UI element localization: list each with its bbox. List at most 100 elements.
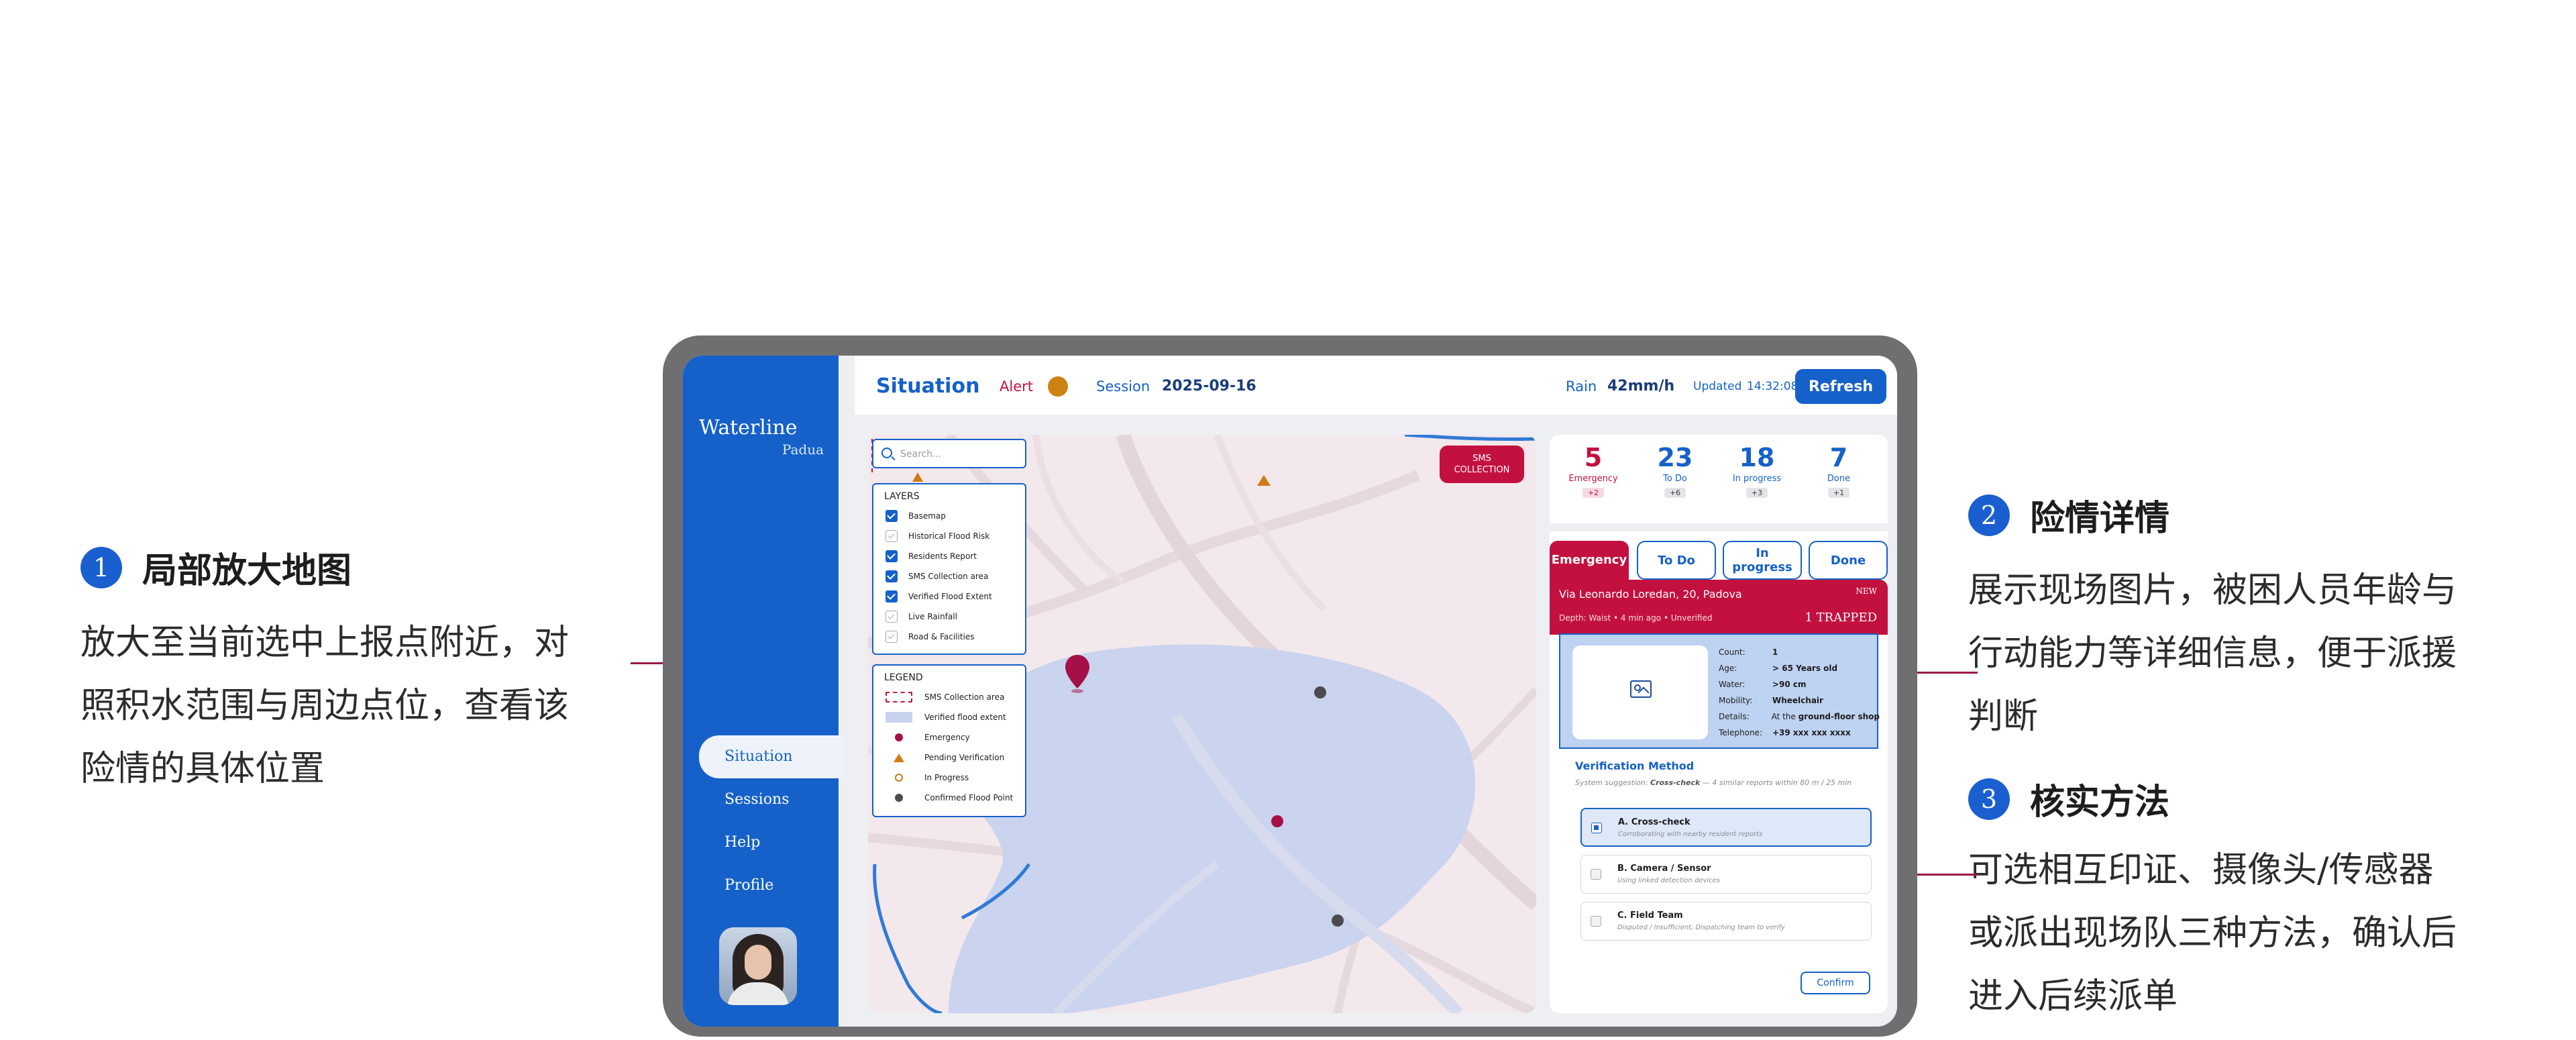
stat-in-progress[interactable]: 18 In progress +3 <box>1720 443 1794 498</box>
info-row-water: Water: >90 cm <box>1719 676 1880 692</box>
layer-toggle-sms-collection-area[interactable]: SMS Collection area <box>885 569 988 584</box>
search-icon <box>881 448 892 458</box>
info-row-count: Count: 1 <box>1719 644 1880 660</box>
map-view[interactable]: LAYERS Basemap Historical Flood Risk Res… <box>868 435 1536 1013</box>
map-search[interactable] <box>872 439 1026 468</box>
checkbox-checked-icon[interactable] <box>885 590 898 603</box>
checkbox-checked-icon[interactable] <box>885 570 898 582</box>
separator: • <box>1663 613 1671 623</box>
info-row-age: Age: > 65 Years old <box>1719 660 1880 676</box>
tab-done[interactable]: Done <box>1809 541 1888 580</box>
annotation-line: 判断 <box>1968 696 2039 737</box>
checkbox-unchecked-icon[interactable] <box>885 611 898 623</box>
layer-toggle-historical-flood-risk[interactable]: Historical Flood Risk <box>885 529 989 543</box>
session-date: 2025-09-16 <box>1162 378 1256 395</box>
annotation-number: 3 <box>1968 778 2010 820</box>
pending-marker <box>912 472 923 482</box>
nav-item-help[interactable]: Help <box>699 821 844 864</box>
legend-item: Verified flood extent <box>884 710 1006 725</box>
layer-toggle-live-rainfall[interactable]: Live Rainfall <box>885 609 957 624</box>
legend-label: In Progress <box>924 773 969 782</box>
info-row-details: Details: At the ground-floor shop <box>1719 709 1880 725</box>
info-key: Mobility: <box>1719 696 1753 705</box>
legend-panel: LEGEND SMS Collection area Verified floo… <box>872 664 1026 817</box>
avatar[interactable] <box>719 927 797 1005</box>
layers-title: LAYERS <box>884 491 920 502</box>
annotation-verification: 3 核实方法 可选相互印证、摄像头/传感器 或派出现场队三种方法，确认后 进入后… <box>1968 774 2532 1028</box>
method-camera-sensor[interactable]: B. Camera / Sensor Using linked detectio… <box>1580 855 1872 894</box>
stat-value: 7 <box>1829 443 1848 472</box>
incident-meta: Depth: Waist • 4 min ago • Unverified <box>1559 613 1713 623</box>
layer-toggle-basemap[interactable]: Basemap <box>885 509 946 523</box>
method-cross-check[interactable]: A. Cross-check Corroborating with nearby… <box>1580 808 1872 847</box>
annotation-line: 可选相互印证、摄像头/传感器 <box>1968 850 2434 890</box>
stat-value: 23 <box>1657 443 1693 472</box>
annotation-map: 1 局部放大地图 放大至当前选中上报点附近，对 照积水范围与周边点位，查看该 险… <box>80 542 637 800</box>
sms-collection-badge[interactable]: SMS COLLECTION <box>1440 446 1524 483</box>
annotation-title: 核实方法 <box>2030 782 2170 823</box>
layer-toggle-road-facilities[interactable]: Road & Facilities <box>885 629 975 644</box>
detail-panel: 5 Emergency +2 23 To Do +6 18 In progres… <box>1550 435 1888 1013</box>
layer-toggle-verified-flood-extent[interactable]: Verified Flood Extent <box>885 589 992 604</box>
layer-label: Historical Flood Risk <box>908 531 990 541</box>
app-screen: Waterline Padua Situation Sessions Help … <box>683 356 1897 1027</box>
layer-label: SMS Collection area <box>908 572 989 581</box>
incident-time: 4 min ago <box>1620 613 1662 623</box>
tab-in-progress[interactable]: In progress <box>1723 541 1802 580</box>
stat-delta: +6 <box>1664 488 1686 498</box>
divider <box>1550 523 1888 531</box>
annotation-number: 2 <box>1968 494 2010 536</box>
info-value: ground-floor shop <box>1798 712 1880 721</box>
layer-toggle-residents-report[interactable]: Residents Report <box>885 549 977 564</box>
legend-label: Emergency <box>924 733 970 742</box>
info-value-prefix: At the <box>1771 712 1799 721</box>
stat-delta: +1 <box>1827 488 1850 498</box>
suggestion-method: Cross-check <box>1650 778 1701 787</box>
radio-unselected-icon[interactable] <box>1591 869 1601 880</box>
avatar-face <box>745 945 771 980</box>
checkbox-unchecked-icon[interactable] <box>885 631 898 643</box>
nav-item-profile[interactable]: Profile <box>699 864 844 907</box>
brand-name: Waterline <box>699 416 798 439</box>
site-photo[interactable] <box>1572 645 1708 739</box>
emergency-point <box>1271 815 1283 827</box>
info-key: Age: <box>1719 664 1737 673</box>
incident-address: Via Leonardo Loredan, 20, Padova <box>1559 588 1742 601</box>
alert-label: Alert <box>1000 378 1033 395</box>
stat-label: To Do <box>1663 474 1687 484</box>
layer-label: Basemap <box>908 511 946 521</box>
search-input[interactable] <box>900 446 1021 463</box>
verification-suggestion: System suggestion: Cross-check — 4 simil… <box>1575 778 1851 787</box>
tab-todo[interactable]: To Do <box>1637 541 1716 580</box>
annotation-body: 放大至当前选中上报点附近，对 照积水范围与周边点位，查看该 险情的具体位置 <box>80 611 637 800</box>
badge-line: COLLECTION <box>1454 465 1510 475</box>
nav-item-sessions[interactable]: Sessions <box>699 778 844 821</box>
checkbox-checked-icon[interactable] <box>885 550 898 562</box>
stat-emergency[interactable]: 5 Emergency +2 <box>1556 443 1630 498</box>
layer-label: Residents Report <box>908 552 977 561</box>
annotation-line: 展示现场图片，被困人员年龄与 <box>1968 570 2457 611</box>
legend-label: Verified flood extent <box>924 713 1006 722</box>
stat-done[interactable]: 7 Done +1 <box>1802 443 1876 498</box>
method-field-team[interactable]: C. Field Team Disputed / Insufficient, D… <box>1580 902 1872 941</box>
stat-todo[interactable]: 23 To Do +6 <box>1638 443 1712 498</box>
legend-item: Emergency <box>884 730 970 745</box>
checkbox-checked-icon[interactable] <box>885 510 898 522</box>
legend-label: Pending Verification <box>924 753 1005 762</box>
checkbox-unchecked-icon[interactable] <box>885 530 898 542</box>
annotation-line: 进入后续派单 <box>1968 976 2178 1017</box>
image-icon <box>1630 680 1652 698</box>
confirm-button[interactable]: Confirm <box>1801 972 1870 994</box>
rain-value: 42mm/h <box>1607 378 1675 395</box>
confirmed-dot-icon <box>895 794 903 802</box>
nav-item-situation[interactable]: Situation <box>699 735 844 778</box>
updated-time: 14:32:08 <box>1747 380 1799 393</box>
legend-item: Confirmed Flood Point <box>884 790 1013 805</box>
info-key: Count: <box>1719 647 1746 657</box>
confirmed-flood-point <box>1332 915 1344 927</box>
radio-selected-icon[interactable] <box>1591 823 1602 833</box>
radio-unselected-icon[interactable] <box>1591 916 1601 927</box>
status-tabs: Emergency To Do In progress Done <box>1550 541 1888 594</box>
annotation-number: 1 <box>80 546 122 588</box>
refresh-button[interactable]: Refresh <box>1795 369 1886 404</box>
